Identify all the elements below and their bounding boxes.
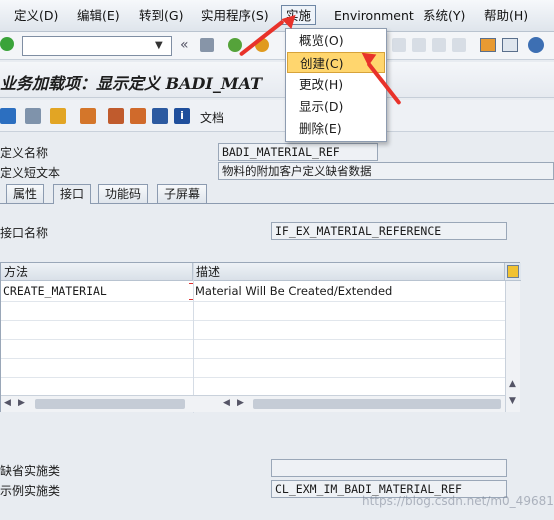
arrow-right-icon[interactable] [0, 108, 16, 124]
menu-item-display[interactable]: 显示(D) [287, 96, 385, 117]
tab-interface[interactable]: 接口 [53, 184, 92, 204]
scroll-left-icon[interactable]: ◀ [4, 398, 11, 408]
watermark: https://blog.csdn.net/m0_49681416 [362, 494, 554, 508]
table-row[interactable]: CREATE_MATERIAL [1, 282, 193, 301]
methods-table: 方法 描述 CREATE_MATERIAL Material Will Be C… [0, 262, 521, 413]
scroll-down-icon[interactable]: ▼ [509, 396, 516, 406]
double-chevron-left-icon[interactable]: « [180, 37, 189, 53]
menu-edit[interactable]: 编辑(E) [77, 6, 120, 26]
menu-item-change[interactable]: 更改(H) [287, 74, 385, 95]
definition-name-label: 定义名称 [0, 146, 49, 160]
menu-environment[interactable]: Environment [334, 6, 414, 26]
column-settings-icon[interactable] [505, 263, 521, 281]
tab-subscreens[interactable]: 子屏幕 [157, 184, 208, 203]
tab-function-codes[interactable]: 功能码 [98, 184, 149, 203]
page-title: 业务加载项：显示定义 BADI_MAT [0, 74, 263, 93]
short-text-field[interactable]: 物料的附加客户定义缺省数据 [218, 162, 554, 180]
scroll-right-icon[interactable]: ▶ [18, 398, 25, 408]
column-header-description[interactable]: 描述 [193, 263, 505, 281]
save-icon[interactable] [200, 38, 214, 52]
display-change-icon[interactable] [25, 108, 41, 124]
menu-help[interactable]: 帮助(H) [484, 6, 528, 26]
find-icon[interactable] [412, 38, 426, 52]
tab-attributes[interactable]: 属性 [6, 184, 45, 203]
menu-definition[interactable]: 定义(D) [14, 6, 58, 26]
horizontal-scrollbar[interactable]: ◀ ▶ ◀ ▶ [1, 395, 505, 412]
scroll-up-icon[interactable]: ▲ [509, 379, 516, 389]
command-field[interactable] [22, 36, 172, 56]
scroll-left-icon-2[interactable]: ◀ [223, 398, 230, 408]
scroll-thumb[interactable] [35, 399, 185, 409]
vertical-scrollbar[interactable]: ▲ ▼ [505, 281, 520, 412]
first-page-icon[interactable] [452, 38, 466, 52]
example-impl-label: 示例实施类 [0, 484, 61, 498]
implementation-dropdown-menu: 概览(O) 创建(C) 更改(H) 显示(D) 删除(E) [285, 28, 387, 142]
scroll-thumb-2[interactable] [253, 399, 501, 409]
chevron-down-icon[interactable]: ▼ [155, 40, 163, 51]
column-header-method[interactable]: 方法 [1, 263, 193, 281]
default-impl-field[interactable] [271, 459, 507, 477]
default-impl-label: 缺省实施类 [0, 464, 61, 478]
help-icon[interactable] [528, 37, 544, 53]
documentation-button[interactable]: 文档 [200, 109, 224, 126]
definition-name-field[interactable]: BADI_MATERIAL_REF [218, 143, 378, 161]
back-icon[interactable] [228, 38, 242, 52]
info-icon[interactable]: i [174, 108, 190, 124]
find-next-icon[interactable] [432, 38, 446, 52]
new-session-icon[interactable] [480, 38, 496, 52]
interface-name-label: 接口名称 [0, 226, 49, 240]
table-row-description[interactable]: Material Will Be Created/Extended [193, 282, 505, 301]
menu-utilities[interactable]: 实用程序(S) [201, 6, 269, 26]
scroll-right-icon-2[interactable]: ▶ [237, 398, 244, 408]
short-text-label: 定义短文本 [0, 166, 61, 180]
other-object-icon[interactable] [50, 108, 66, 124]
menu-goto[interactable]: 转到(G) [139, 6, 183, 26]
shortcut-icon[interactable] [502, 38, 518, 52]
enter-icon[interactable] [0, 37, 14, 51]
menu-item-delete[interactable]: 删除(E) [287, 118, 385, 139]
print-icon[interactable] [392, 38, 406, 52]
menu-system[interactable]: 系统(Y) [423, 6, 465, 26]
stack-icon[interactable] [152, 108, 168, 124]
tree-icon[interactable] [130, 108, 146, 124]
menu-item-overview[interactable]: 概览(O) [287, 30, 385, 51]
hierarchy-icon[interactable] [108, 108, 124, 124]
interface-name-field[interactable]: IF_EX_MATERIAL_REFERENCE [271, 222, 507, 240]
where-used-icon[interactable] [80, 108, 96, 124]
